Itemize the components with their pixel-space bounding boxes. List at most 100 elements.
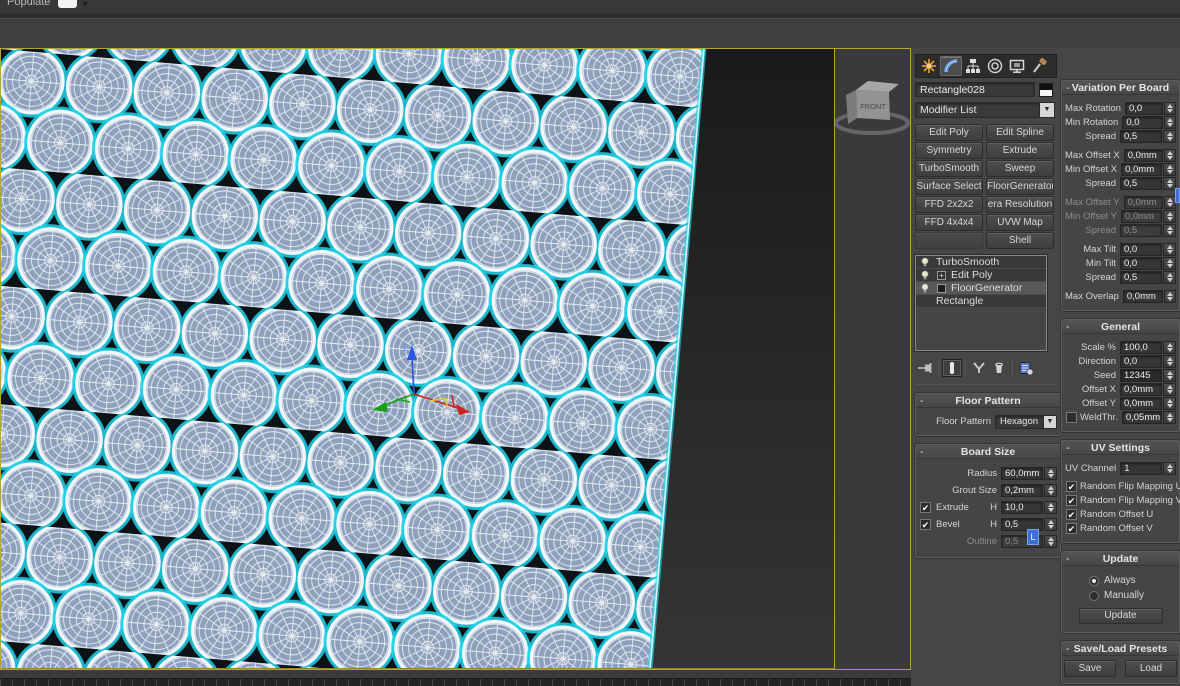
chevron-down-icon[interactable]: ▼ [1039,103,1054,117]
tab-create[interactable] [918,56,940,76]
value-field[interactable]: 0,0mm [1123,149,1163,162]
spinner[interactable] [1163,355,1176,368]
checkbox-checked[interactable]: ✔ [1066,495,1077,506]
value-field[interactable]: 0,0 [1120,257,1162,270]
make-unique-icon[interactable] [969,359,989,377]
modifier-button-ffd-4x4x4[interactable]: FFD 4x4x4 [915,214,983,231]
tab-hierarchy[interactable] [962,56,984,76]
spinner[interactable] [1164,102,1176,115]
spinner[interactable] [1163,271,1176,284]
viewport-front[interactable]: Z FRONT [0,48,911,670]
modifier-button-surface-select[interactable]: Surface Select [915,178,983,195]
tab-utilities[interactable] [1028,56,1050,76]
modifier-button-edit-poly[interactable]: Edit Poly [915,124,983,141]
value-field[interactable]: 0,0mm [1123,196,1163,209]
stack-item-floorgenerator[interactable]: FloorGenerator [916,282,1046,295]
spinner[interactable] [1163,411,1176,424]
value-field[interactable]: 12345 [1120,369,1162,382]
spinner[interactable] [1163,149,1176,162]
tab-modify[interactable] [940,56,962,76]
chevron-down-icon[interactable]: ▼ [1043,415,1056,428]
sphere-board-object[interactable] [0,49,705,669]
stack-item-edit-poly[interactable]: + Edit Poly [916,269,1046,282]
update-option-always[interactable]: Always [1089,574,1176,587]
populate-icon[interactable] [58,0,77,8]
checkbox-checked[interactable]: ✔ [920,501,931,513]
modifier-button-ffd-2x2x2[interactable]: FFD 2x2x2 [915,196,983,213]
value-field[interactable]: 0,05mm [1121,411,1163,424]
value-field[interactable]: 100,0 [1120,341,1162,354]
remove-modifier-icon[interactable] [989,359,1009,377]
value-field[interactable]: 0,0 [1124,102,1164,115]
spinner[interactable] [1044,517,1057,531]
spinner[interactable] [1163,243,1176,256]
modifier-button-shell[interactable]: Shell [986,232,1054,249]
configure-modifier-sets-icon[interactable] [1016,359,1036,377]
stack-item-rectangle[interactable]: Rectangle [916,295,1046,308]
modifier-button-extrude[interactable]: Extrude [986,142,1054,159]
value-field[interactable]: 0,5 [1120,271,1162,284]
value-field[interactable]: 0,0mm [1120,210,1163,223]
modifier-button-sweep[interactable]: Sweep [986,160,1054,177]
spinner[interactable] [1163,163,1176,176]
spinner[interactable] [1163,462,1176,475]
suboject-box-icon[interactable] [937,283,946,293]
modifier-button-era-resolution[interactable]: era Resolution [986,196,1054,213]
spinner[interactable] [1163,210,1176,223]
tab-display[interactable] [1006,56,1028,76]
spinner[interactable] [1044,466,1057,480]
modifier-button-symmetry[interactable]: Symmetry [915,142,983,159]
tab-motion[interactable] [984,56,1006,76]
value-field[interactable]: 0,0mm [1122,290,1163,303]
value-field[interactable]: 0,0 [1120,355,1162,368]
value-field[interactable]: 0,0 [1122,116,1163,129]
lightbulb-icon[interactable] [919,257,931,267]
expand-plus-icon[interactable]: + [937,270,946,280]
value-field[interactable]: 0,5 [1120,224,1162,237]
spinner[interactable] [1044,483,1057,497]
modifier-button-floorgenerator[interactable]: FloorGenerator [986,178,1054,195]
checkbox-checked[interactable]: ✔ [1066,523,1077,534]
spinner[interactable] [1163,116,1176,129]
update-button[interactable]: Update [1078,608,1163,624]
safe-frame-area[interactable]: Z [0,49,835,669]
radio-unselected[interactable] [1089,590,1099,601]
lightbulb-icon[interactable] [919,270,931,280]
value-field[interactable]: 0,2mm [1001,483,1043,497]
save-preset-button[interactable]: Save [1064,660,1116,677]
checkbox-unchecked[interactable] [1066,412,1077,423]
rollout-header[interactable]: - Update [1062,552,1179,566]
track-bar[interactable] [0,678,911,686]
spinner[interactable] [1163,257,1176,270]
spinner[interactable] [1163,290,1176,303]
spinner[interactable] [1163,341,1176,354]
modifier-button-uvw-map[interactable]: UVW Map [986,214,1054,231]
spinner[interactable] [1163,224,1176,237]
floor-pattern-dropdown[interactable]: Hexagon ▼ [995,414,1057,429]
checkbox-checked[interactable]: ✔ [1066,509,1077,520]
rollout-header[interactable]: - UV Settings [1062,441,1179,455]
populate-menu[interactable]: Populate [7,0,50,8]
object-name-field[interactable]: Rectangle028 [915,82,1035,97]
value-field[interactable]: 0,0 [1120,243,1162,256]
spinner[interactable] [1163,397,1176,410]
value-field[interactable]: 0,0mm [1120,383,1162,396]
update-option-manually[interactable]: Manually [1089,589,1176,602]
rollout-header[interactable]: - Floor Pattern [916,394,1060,408]
radio-selected[interactable] [1089,575,1099,586]
viewport-canvas[interactable]: Z [0,49,835,669]
value-field[interactable]: 0,5 [1120,130,1162,143]
load-preset-button[interactable]: Load [1125,660,1177,677]
value-field[interactable]: 60,0mm [1001,466,1043,480]
spinner[interactable] [1044,534,1057,548]
rollout-header[interactable]: - General [1062,320,1179,334]
rollout-header[interactable]: - Board Size [916,445,1060,459]
value-field[interactable]: 0,0mm [1121,163,1163,176]
spinner[interactable] [1163,369,1176,382]
value-field[interactable]: 0,0mm [1120,397,1162,410]
object-color-swatch[interactable] [1039,82,1053,97]
viewcube[interactable]: FRONT [832,68,912,142]
checkbox-checked[interactable]: ✔ [1066,481,1077,492]
show-end-result-icon[interactable] [942,359,962,377]
rollout-header[interactable]: - Variation Per Board [1062,81,1179,95]
